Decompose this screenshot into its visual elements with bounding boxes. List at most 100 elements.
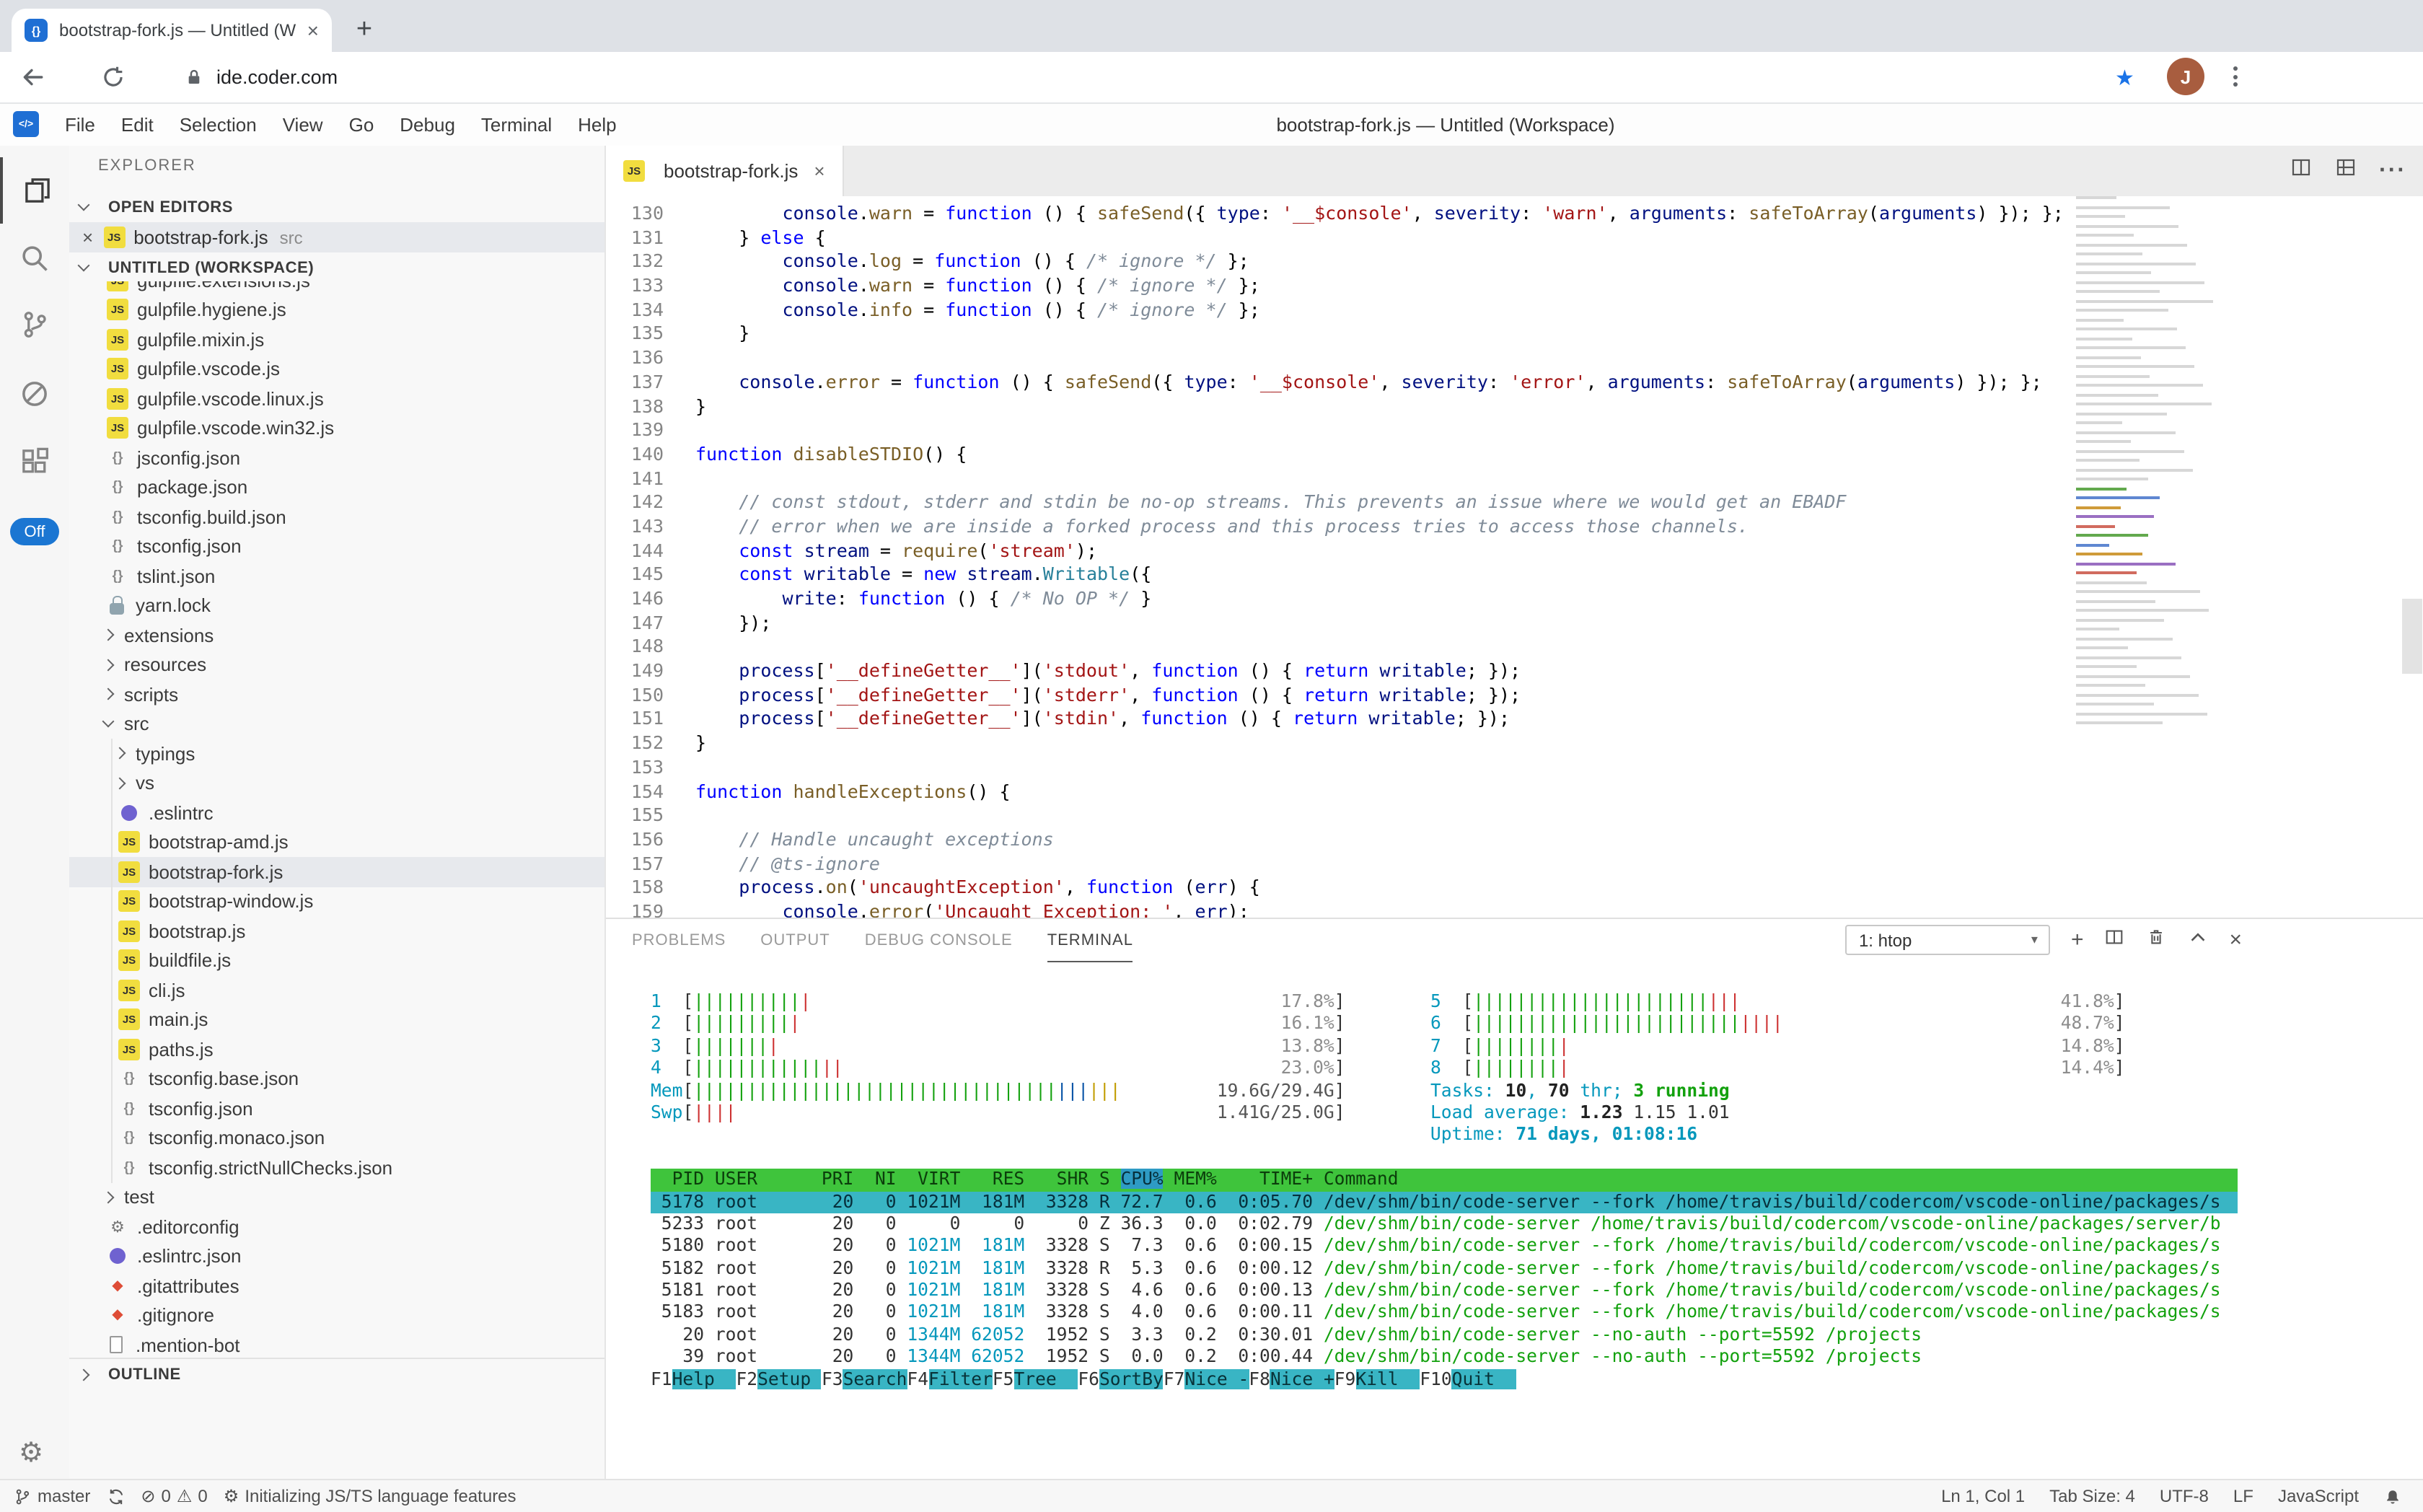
more-actions-icon[interactable]: ··· xyxy=(2379,158,2406,184)
search-icon[interactable] xyxy=(0,225,69,291)
tree-item-gulpfile.vscode.linux.js[interactable]: JSgulpfile.vscode.linux.js xyxy=(69,384,604,413)
url-text[interactable]: ide.coder.com xyxy=(216,66,338,88)
tree-item-typings[interactable]: typings xyxy=(69,739,604,768)
menu-view[interactable]: View xyxy=(270,114,336,136)
workspace-header[interactable]: UNTITLED (WORKSPACE) xyxy=(69,252,604,283)
close-icon[interactable]: × xyxy=(82,227,93,248)
refresh-icon[interactable] xyxy=(101,65,126,97)
tree-item-gulpfile.mixin.js[interactable]: JSgulpfile.mixin.js xyxy=(69,325,604,354)
browser-tab[interactable]: {} bootstrap-fork.js — Untitled (W × xyxy=(12,9,332,52)
tree-item-bootstrap.js[interactable]: JSbootstrap.js xyxy=(69,916,604,946)
terminal-picker[interactable]: 1: htop ▾ xyxy=(1846,925,2051,955)
tree-item-label: tsconfig.json xyxy=(149,1098,253,1120)
eol[interactable]: LF xyxy=(2233,1486,2253,1506)
bookmark-star-icon[interactable]: ★ xyxy=(2115,65,2134,91)
explorer-icon[interactable] xyxy=(0,157,72,224)
tree-item-bootstrap-window.js[interactable]: JSbootstrap-window.js xyxy=(69,887,604,916)
debug-icon[interactable] xyxy=(0,361,69,427)
tree-item-bootstrap-amd.js[interactable]: JSbootstrap-amd.js xyxy=(69,827,604,857)
tree-item-tsconfig.base.json[interactable]: {}tsconfig.base.json xyxy=(69,1064,604,1094)
panel-tab-problems[interactable]: PROBLEMS xyxy=(632,920,726,961)
tree-item-package.json[interactable]: {}package.json xyxy=(69,472,604,502)
problems-indicator[interactable]: ⊘ 0 ⚠ 0 xyxy=(141,1486,207,1506)
tree-item-.mention-bot[interactable]: .mention-bot xyxy=(69,1330,604,1358)
tree-item-gulpfile.hygiene.js[interactable]: JSgulpfile.hygiene.js xyxy=(69,295,604,325)
tree-item-src[interactable]: src xyxy=(69,709,604,739)
code-editor[interactable]: 130 console.warn = function () { safeSen… xyxy=(606,196,2072,952)
tree-item-gulpfile.vscode.win32.js[interactable]: JSgulpfile.vscode.win32.js xyxy=(69,413,604,443)
tree-item-.gitattributes[interactable]: ◆.gitattributes xyxy=(69,1271,604,1301)
lock-icon[interactable] xyxy=(185,68,203,94)
split-terminal-icon[interactable] xyxy=(2103,926,2125,954)
new-tab-button[interactable]: + xyxy=(346,12,382,48)
tree-item-vs[interactable]: vs xyxy=(69,768,604,798)
tree-item-jsconfig.json[interactable]: {}jsconfig.json xyxy=(69,443,604,472)
panel-tab-terminal[interactable]: TERMINAL xyxy=(1047,920,1133,962)
tree-item-tslint.json[interactable]: {}tslint.json xyxy=(69,561,604,591)
tree-item-test[interactable]: test xyxy=(69,1182,604,1212)
panel-tab-debug-console[interactable]: DEBUG CONSOLE xyxy=(865,920,1013,961)
outline-header[interactable]: OUTLINE xyxy=(69,1358,604,1389)
encoding[interactable]: UTF-8 xyxy=(2160,1486,2209,1506)
extensions-icon[interactable] xyxy=(0,428,69,495)
tree-item-scripts[interactable]: scripts xyxy=(69,680,604,709)
tree-item-gulpfile.vscode.js[interactable]: JSgulpfile.vscode.js xyxy=(69,354,604,384)
close-panel-icon[interactable]: × xyxy=(2229,929,2242,951)
maximize-panel-icon[interactable] xyxy=(2187,926,2209,954)
tab-close-icon[interactable]: × xyxy=(814,160,824,182)
tree-item-bootstrap-fork.js[interactable]: JSbootstrap-fork.js xyxy=(69,857,604,887)
tree-item-tsconfig.build.json[interactable]: {}tsconfig.build.json xyxy=(69,502,604,532)
kill-terminal-icon[interactable] xyxy=(2145,926,2167,954)
menu-go[interactable]: Go xyxy=(336,114,387,136)
tree-item-buildfile.js[interactable]: JSbuildfile.js xyxy=(69,946,604,975)
browser-menu-icon[interactable] xyxy=(2233,66,2238,87)
editor-tab[interactable]: JS bootstrap-fork.js × xyxy=(606,146,844,196)
back-icon[interactable] xyxy=(20,65,45,97)
minimap[interactable] xyxy=(2070,196,2240,759)
layout-icon[interactable] xyxy=(2334,156,2357,186)
open-editors-header[interactable]: OPEN EDITORS xyxy=(69,192,604,222)
tree-item-cli.js[interactable]: JScli.js xyxy=(69,975,604,1005)
status-message: Initializing JS/TS language features xyxy=(245,1486,516,1506)
panel-tab-output[interactable]: OUTPUT xyxy=(760,920,830,961)
cursor-position[interactable]: Ln 1, Col 1 xyxy=(1941,1486,2025,1506)
branch-indicator[interactable]: master xyxy=(13,1486,90,1506)
menu-edit[interactable]: Edit xyxy=(108,114,167,136)
avatar[interactable]: J xyxy=(2167,58,2204,95)
tree-item-yarn.lock[interactable]: yarn.lock xyxy=(69,591,604,620)
source-control-icon[interactable] xyxy=(0,291,69,358)
menu-file[interactable]: File xyxy=(52,114,108,136)
menu-terminal[interactable]: Terminal xyxy=(468,114,565,136)
terminal[interactable]: 1 [||||||||||| 17.8%] 5 [|||||||||||||||… xyxy=(651,991,2238,1391)
manage-gear-icon[interactable]: ⚙ xyxy=(19,1437,43,1469)
tab-close-icon[interactable]: × xyxy=(307,19,319,42)
tree-item-.eslintrc.json[interactable]: .eslintrc.json xyxy=(69,1241,604,1271)
language-mode[interactable]: JavaScript xyxy=(2278,1486,2359,1506)
tree-item-resources[interactable]: resources xyxy=(69,650,604,680)
tree-item-tsconfig.json[interactable]: {}tsconfig.json xyxy=(69,1094,604,1123)
tree-item-tsconfig.monaco.json[interactable]: {}tsconfig.monaco.json xyxy=(69,1123,604,1153)
open-editor-item[interactable]: × JS bootstrap-fork.js src xyxy=(69,222,604,252)
tree-item-tsconfig.json[interactable]: {}tsconfig.json xyxy=(69,532,604,561)
tree-item-.eslintrc[interactable]: .eslintrc xyxy=(69,798,604,827)
sync-button[interactable] xyxy=(106,1487,125,1506)
editor-scrollbar[interactable] xyxy=(2402,599,2422,674)
notifications-bell-icon[interactable] xyxy=(2383,1487,2402,1506)
tree-item-.gitignore[interactable]: ◆.gitignore xyxy=(69,1301,604,1330)
collaboration-off-badge[interactable]: Off xyxy=(10,518,59,545)
code-line: 157 // @ts-ignore xyxy=(606,852,2072,876)
menu-debug[interactable]: Debug xyxy=(387,114,468,136)
tree-item-main.js[interactable]: JSmain.js xyxy=(69,1005,604,1034)
menu-selection[interactable]: Selection xyxy=(167,114,270,136)
menu-help[interactable]: Help xyxy=(565,114,630,136)
new-terminal-icon[interactable]: + xyxy=(2071,929,2084,951)
split-editor-icon[interactable] xyxy=(2290,156,2313,186)
language-status[interactable]: ⚙ Initializing JS/TS language features xyxy=(224,1486,516,1506)
tab-size[interactable]: Tab Size: 4 xyxy=(2049,1486,2135,1506)
tree-item-tsconfig.strictNullChecks.json[interactable]: {}tsconfig.strictNullChecks.json xyxy=(69,1153,604,1182)
minimap-line xyxy=(2076,599,2155,603)
tree-item-gulpfile.extensions.js[interactable]: JSgulpfile.extensions.js xyxy=(69,281,604,295)
tree-item-.editorconfig[interactable]: ⚙.editorconfig xyxy=(69,1212,604,1241)
tree-item-extensions[interactable]: extensions xyxy=(69,620,604,650)
tree-item-paths.js[interactable]: JSpaths.js xyxy=(69,1034,604,1064)
